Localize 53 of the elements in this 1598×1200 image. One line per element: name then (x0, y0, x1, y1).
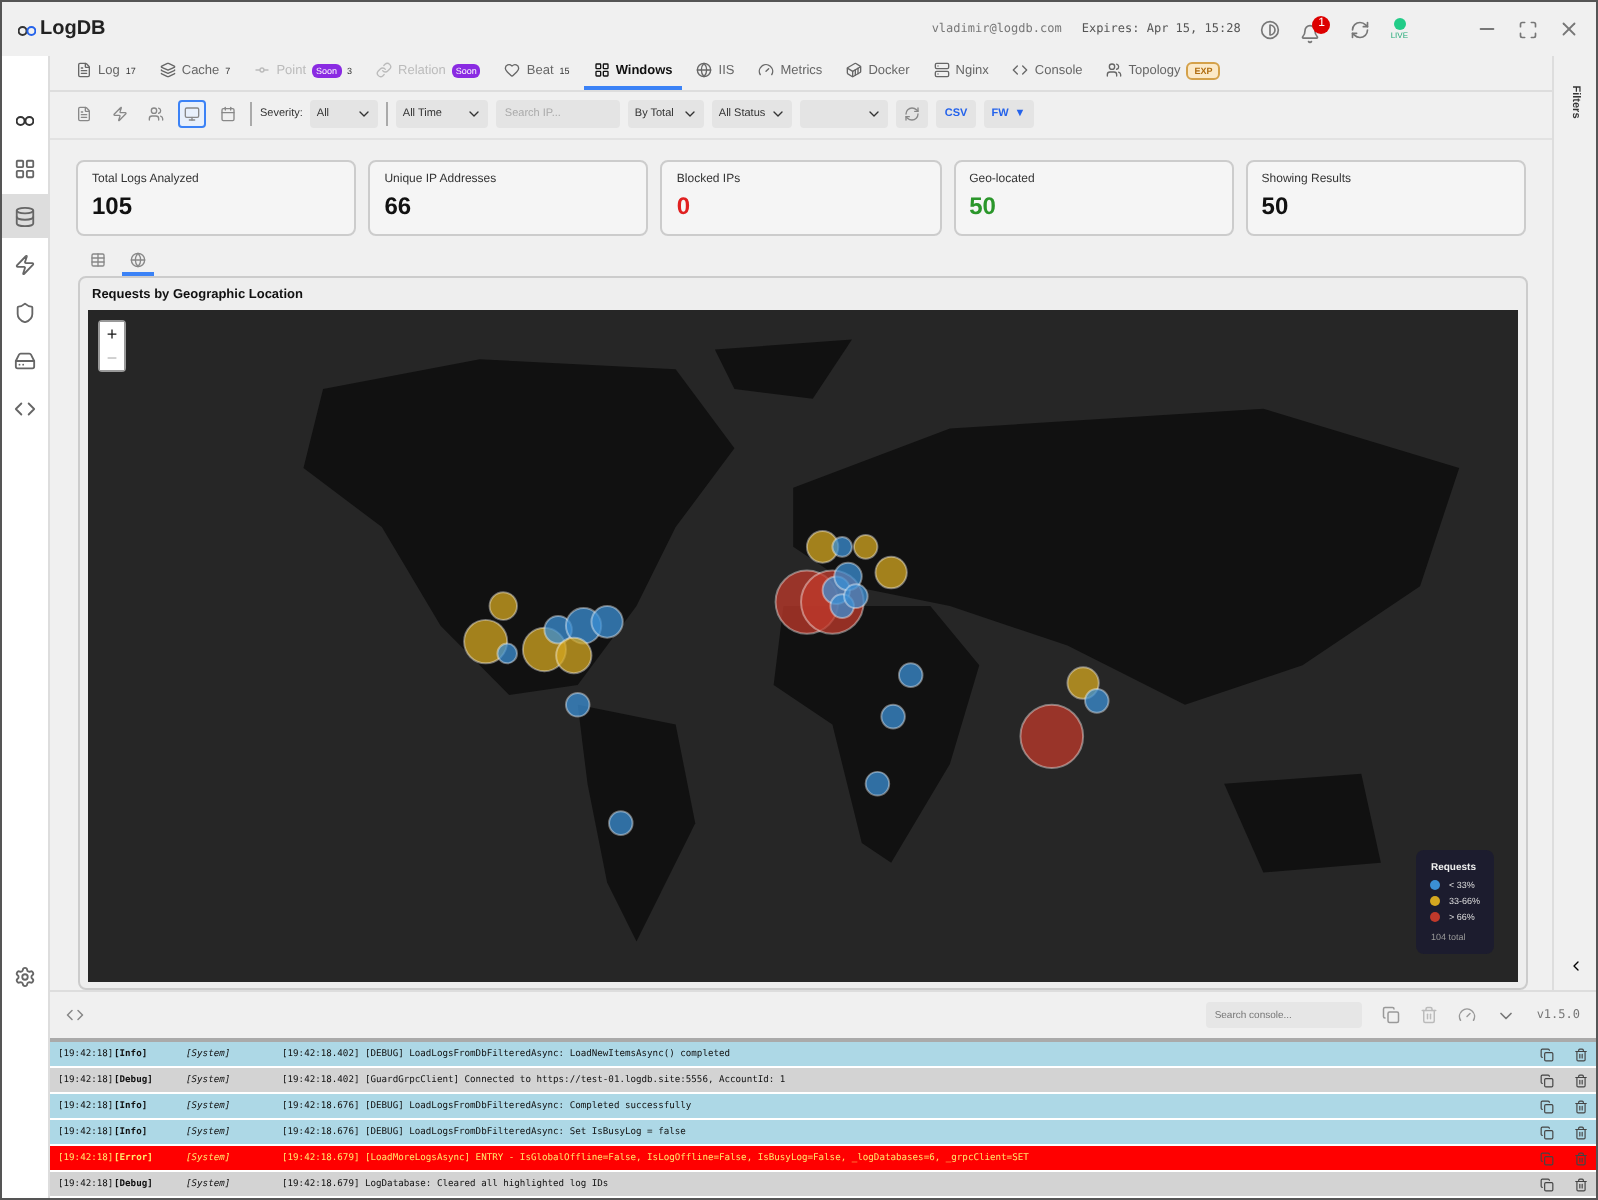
stat-value: 66 (384, 191, 414, 220)
heart-icon (504, 62, 521, 79)
refresh-icon[interactable] (1350, 19, 1371, 39)
copy-icon[interactable] (1540, 1047, 1554, 1061)
link-icon (376, 62, 393, 79)
shield-icon (14, 301, 36, 323)
lightning-icon (112, 106, 128, 123)
trash-icon[interactable] (1574, 1073, 1588, 1087)
gauge-icon (758, 62, 775, 79)
code-icon (1012, 62, 1029, 79)
document-icon (76, 106, 92, 123)
stat-value: 105 (92, 191, 135, 220)
calendar-icon (220, 106, 236, 123)
stat-value: 50 (969, 191, 998, 220)
gauge-icon[interactable] (1458, 1006, 1477, 1024)
trash-icon[interactable] (1574, 1125, 1588, 1139)
globe-icon (696, 62, 713, 79)
people-icon (148, 106, 164, 123)
node-icon (254, 62, 271, 79)
trash-icon[interactable] (1574, 1177, 1588, 1191)
drive-icon (14, 349, 36, 371)
server-icon (933, 62, 950, 79)
logo-text: LogDB (40, 18, 106, 40)
sidebar-button[interactable] (1, 194, 49, 238)
logo-icon (16, 112, 34, 126)
theme-toggle-icon[interactable] (1260, 19, 1281, 39)
copy-icon[interactable] (1540, 1073, 1554, 1087)
logo-icon (18, 22, 36, 36)
lightning-icon (14, 253, 36, 275)
monitor-icon (184, 106, 200, 123)
globe-icon (130, 252, 146, 269)
container-icon (846, 62, 863, 79)
copy-icon[interactable] (1540, 1099, 1554, 1113)
stat-value: 50 (1261, 191, 1291, 220)
stat-value: 0 (676, 191, 693, 220)
copy-icon[interactable] (1540, 1125, 1554, 1139)
code-icon (66, 1006, 84, 1024)
layers-icon (159, 62, 176, 79)
refresh-button[interactable] (896, 100, 929, 129)
grid-icon (14, 157, 36, 179)
grid-icon (593, 62, 610, 79)
database-icon (14, 205, 36, 227)
document-icon (76, 62, 92, 79)
code-icon (14, 397, 36, 419)
maximize-icon[interactable] (1518, 19, 1538, 39)
close-icon[interactable] (1558, 18, 1580, 40)
refresh-icon (904, 106, 921, 123)
table-icon (90, 252, 106, 269)
trash-icon[interactable] (1574, 1047, 1588, 1061)
trash-icon[interactable] (1574, 1099, 1588, 1113)
people-icon (1106, 62, 1123, 79)
view-button[interactable] (178, 100, 206, 129)
copy-icon[interactable] (1540, 1177, 1554, 1191)
